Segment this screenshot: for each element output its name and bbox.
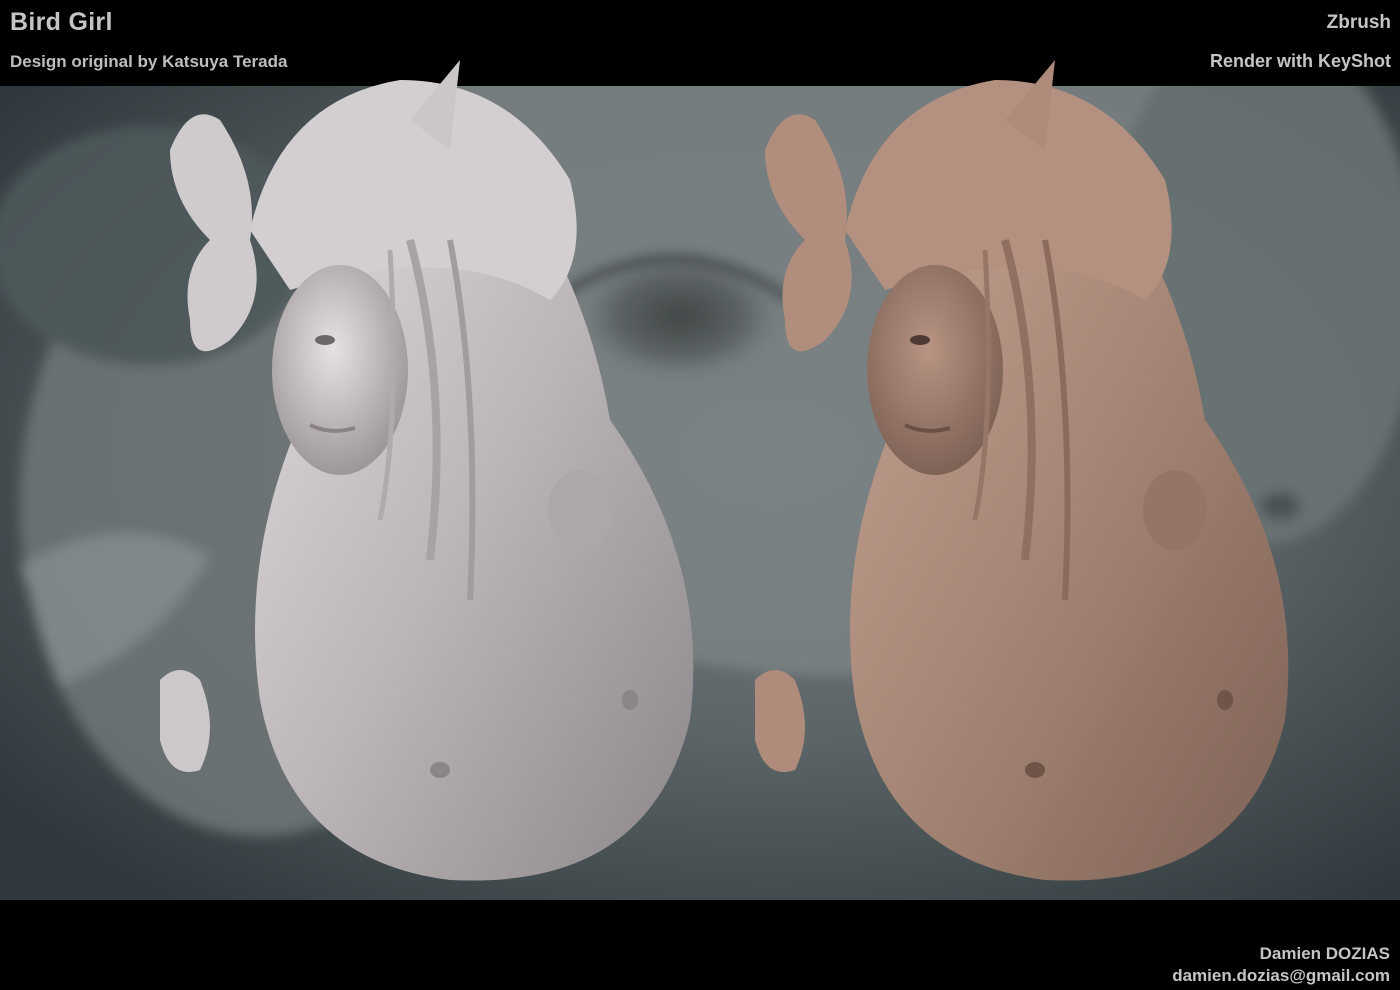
software-label: Zbrush bbox=[1326, 12, 1391, 33]
design-credit: Design original by Katsuya Terada bbox=[10, 52, 288, 71]
artist-name: Damien DOZIAS bbox=[1259, 944, 1390, 963]
page-title: Bird Girl bbox=[10, 8, 113, 36]
grey-clay-bust-render bbox=[150, 40, 710, 910]
artist-email: damien.dozias@gmail.com bbox=[1172, 966, 1390, 985]
terracotta-bust-render bbox=[745, 40, 1305, 910]
renderer-label: Render with KeyShot bbox=[1209, 51, 1391, 71]
